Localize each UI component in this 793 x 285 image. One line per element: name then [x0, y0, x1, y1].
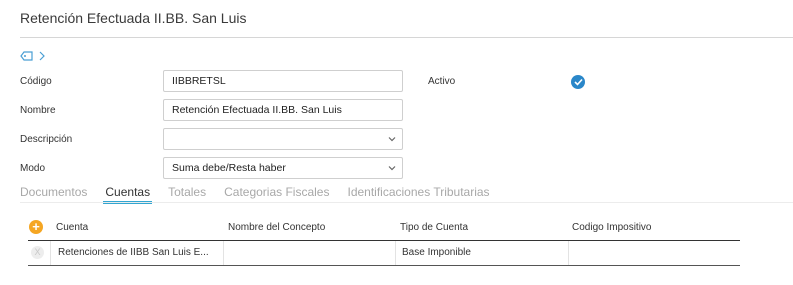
cell-divider: [568, 241, 569, 265]
descripcion-label: Descripción: [20, 134, 73, 145]
plus-circle-icon: +: [32, 219, 40, 234]
modo-label: Modo: [20, 163, 46, 174]
cell-divider: [395, 241, 396, 265]
col-header-nombre-concepto[interactable]: Nombre del Concepto: [228, 222, 325, 233]
cell-nombre-concepto[interactable]: [230, 241, 395, 265]
col-header-codigo-impositivo[interactable]: Codigo Impositivo: [572, 222, 651, 233]
grid-header: + Cuenta Nombre del Concepto Tipo de Cue…: [28, 217, 740, 241]
modo-select[interactable]: Suma debe/Resta haber: [163, 157, 403, 179]
table-row[interactable]: X Retenciones de IIBB San Luis E... Base…: [28, 241, 740, 266]
codigo-field[interactable]: IIBBRETSL: [163, 70, 403, 92]
descripcion-select[interactable]: [163, 128, 403, 150]
codigo-label: Código: [20, 76, 52, 87]
tag-bar[interactable]: [20, 50, 45, 62]
x-circle-icon: X: [34, 247, 41, 257]
chevron-down-icon: [388, 137, 396, 142]
tab-identificaciones-tributarias[interactable]: Identificaciones Tributarias: [347, 185, 489, 199]
modo-value: Suma debe/Resta haber: [172, 162, 286, 174]
cell-divider: [50, 241, 51, 265]
tab-totales[interactable]: Totales: [168, 185, 206, 199]
cell-tipo-cuenta[interactable]: Base Imponible: [402, 241, 567, 265]
chevron-right-icon[interactable]: [39, 51, 45, 61]
tab-documentos[interactable]: Documentos: [20, 185, 87, 199]
delete-row-button[interactable]: X: [31, 246, 44, 259]
nombre-field[interactable]: Retención Efectuada II.BB. San Luis: [163, 99, 403, 121]
nombre-label: Nombre: [20, 105, 56, 116]
tab-divider: [20, 202, 793, 203]
check-circle-icon: [573, 78, 583, 86]
activo-label: Activo: [428, 76, 456, 87]
cell-codigo-impositivo[interactable]: [574, 241, 734, 265]
activo-checkbox[interactable]: [571, 75, 585, 89]
chevron-down-icon: [388, 166, 396, 171]
tag-icon[interactable]: [20, 51, 33, 61]
col-header-tipo-cuenta[interactable]: Tipo de Cuenta: [400, 222, 468, 233]
tab-categorias-fiscales[interactable]: Categorias Fiscales: [224, 185, 329, 199]
page-title: Retención Efectuada II.BB. San Luis: [20, 10, 247, 26]
tab-bar: Documentos Cuentas Totales Categorias Fi…: [20, 185, 490, 204]
cell-divider: [223, 241, 224, 265]
title-divider: [20, 37, 793, 38]
cell-cuenta[interactable]: Retenciones de IIBB San Luis E...: [58, 241, 222, 265]
add-row-button[interactable]: +: [29, 220, 43, 234]
col-header-cuenta[interactable]: Cuenta: [56, 222, 88, 233]
tab-cuentas[interactable]: Cuentas: [103, 185, 152, 204]
